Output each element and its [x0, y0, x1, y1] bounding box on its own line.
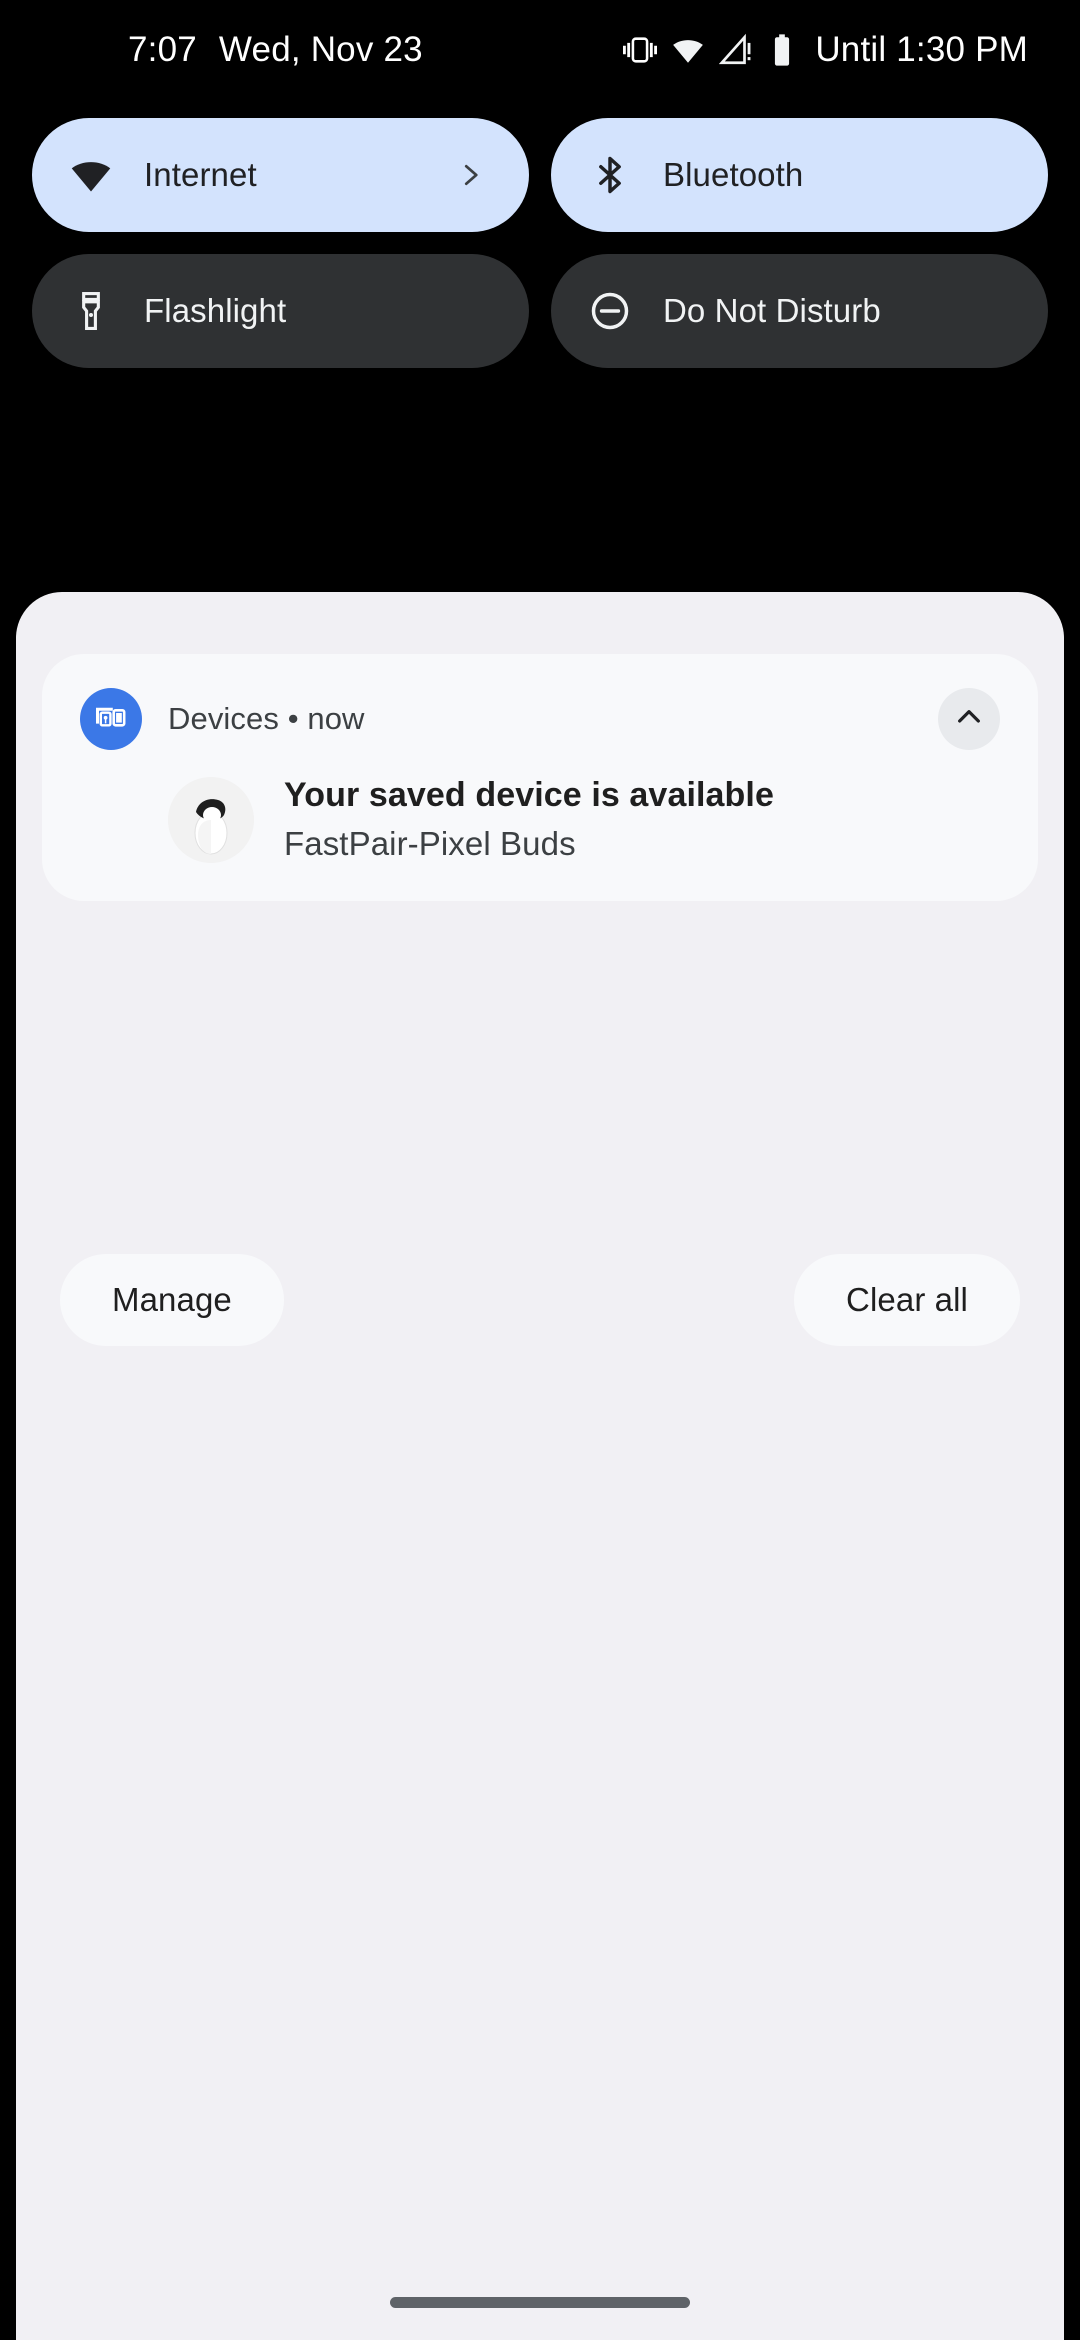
wifi-icon — [68, 152, 114, 198]
status-date: Wed, Nov 23 — [218, 30, 423, 69]
status-bar: 7:07 Wed, Nov 23 Until 1:30 PM — [0, 0, 1080, 100]
battery-estimate-text: Until 1:30 PM — [815, 30, 1028, 69]
chevron-up-icon — [953, 701, 985, 738]
android-quick-settings-screen: 7:07 Wed, Nov 23 Until 1:30 PM Internet … — [0, 0, 1080, 2340]
status-bar-left: 7:07 Wed, Nov 23 — [128, 30, 423, 70]
home-gesture-indicator[interactable] — [390, 2297, 690, 2308]
wifi-icon — [671, 33, 705, 67]
clear-all-button[interactable]: Clear all — [794, 1254, 1020, 1346]
qs-tile-flashlight[interactable]: Flashlight — [32, 254, 529, 368]
battery-icon — [767, 33, 797, 67]
flashlight-icon — [68, 288, 114, 334]
devices-cast-icon — [80, 688, 142, 750]
shade-footer-actions: Manage Clear all — [60, 1254, 1020, 1346]
notification-shade-panel: Devices • now Your saved device is avail… — [16, 592, 1064, 2340]
notification-separator: • — [287, 701, 299, 736]
qs-tile-label-flashlight: Flashlight — [144, 292, 287, 329]
manage-button[interactable]: Manage — [60, 1254, 284, 1346]
notification-title: Your saved device is available — [284, 776, 774, 814]
vibrate-icon — [623, 33, 658, 67]
notification-text-block: Your saved device is available FastPair-… — [284, 776, 774, 863]
qs-tile-bluetooth[interactable]: Bluetooth — [551, 118, 1048, 232]
bluetooth-icon — [587, 152, 633, 198]
qs-tile-label-do-not-disturb: Do Not Disturb — [663, 292, 881, 329]
do-not-disturb-icon — [587, 288, 633, 334]
quick-settings-grid: Internet Bluetooth Flashlight Do Not Dis… — [32, 118, 1048, 368]
qs-tile-label-bluetooth: Bluetooth — [663, 156, 804, 193]
qs-tile-internet[interactable]: Internet — [32, 118, 529, 232]
notification-app-name: Devices — [168, 701, 279, 736]
chevron-right-icon[interactable] — [455, 160, 485, 190]
status-bar-right: Until 1:30 PM — [623, 30, 1028, 70]
qs-tile-do-not-disturb[interactable]: Do Not Disturb — [551, 254, 1048, 368]
qs-tile-label-internet: Internet — [144, 156, 257, 193]
notification-card-devices[interactable]: Devices • now Your saved device is avail… — [42, 654, 1038, 901]
pixel-buds-case-image — [168, 776, 254, 863]
cellular-signal-warning-icon — [719, 33, 753, 67]
status-time: 7:07 — [128, 30, 197, 69]
notification-body: Your saved device is available FastPair-… — [72, 776, 1008, 863]
notification-subtitle: FastPair-Pixel Buds — [284, 825, 576, 862]
notification-header: Devices • now — [72, 688, 1008, 750]
notification-source-line: Devices • now — [168, 701, 365, 737]
notification-collapse-button[interactable] — [938, 688, 1000, 750]
notification-time: now — [307, 701, 365, 736]
